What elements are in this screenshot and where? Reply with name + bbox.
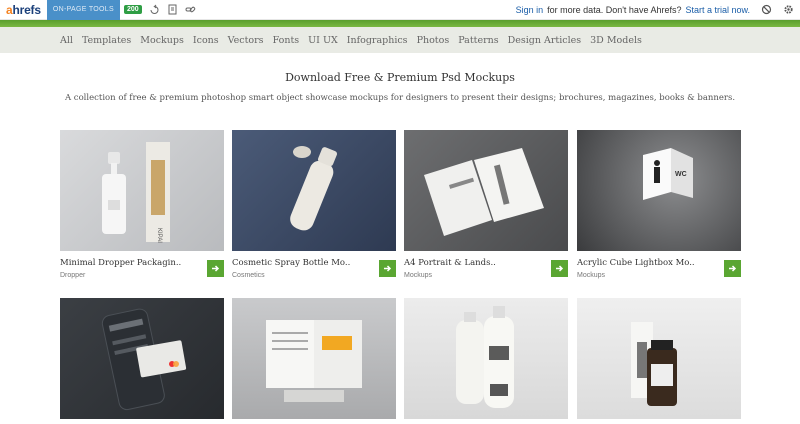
page-subtitle: A collection of free & premium photoshop…: [64, 93, 736, 103]
nav-item-infographics[interactable]: Infographics: [347, 35, 408, 46]
open-arrow-button[interactable]: [379, 260, 396, 277]
mockup-card[interactable]: [232, 298, 396, 419]
mockup-card[interactable]: A4 Portrait & Lands.. Mockups: [404, 130, 568, 279]
arrow-right-icon: [556, 265, 564, 272]
card-title[interactable]: Acrylic Cube Lightbox Mo..: [577, 258, 695, 268]
mockup-card[interactable]: [404, 298, 568, 419]
nav-item-icons[interactable]: Icons: [193, 35, 219, 46]
open-arrow-button[interactable]: [551, 260, 568, 277]
arrow-right-icon: [384, 265, 392, 272]
mockup-thumbnail[interactable]: [404, 130, 568, 251]
mockup-thumbnail[interactable]: [577, 298, 741, 419]
nav-item-fonts[interactable]: Fonts: [273, 35, 300, 46]
card-category[interactable]: Mockups: [577, 272, 605, 279]
wc-text: WC: [675, 171, 687, 178]
gear-icon[interactable]: [783, 4, 794, 15]
link-icon[interactable]: [185, 4, 196, 15]
ahrefs-logo[interactable]: ahrefs: [6, 3, 41, 17]
mockup-card[interactable]: Cosmetic Spray Bottle Mo.. Cosmetics: [232, 130, 396, 279]
card-category[interactable]: Mockups: [404, 272, 432, 279]
nav-item-mockups[interactable]: Mockups: [140, 35, 184, 46]
header-green-stripe: [0, 20, 800, 27]
mockup-card[interactable]: [60, 298, 224, 419]
signin-message: for more data. Don't have Ahrefs?: [547, 4, 682, 15]
mockup-thumbnail[interactable]: [232, 298, 396, 419]
onpage-tools-button[interactable]: ON-PAGE TOOLS: [46, 0, 120, 20]
signin-link[interactable]: Sign in: [516, 5, 544, 15]
block-icon[interactable]: [761, 4, 772, 15]
kipai-text: KIPAI: [156, 228, 162, 243]
mockup-thumbnail[interactable]: [232, 130, 396, 251]
nav-item-design-articles[interactable]: Design Articles: [508, 35, 582, 46]
nav-item-ui-ux[interactable]: UI UX: [308, 35, 338, 46]
mockup-thumbnail[interactable]: KIPAI: [60, 130, 224, 251]
card-category[interactable]: Cosmetics: [232, 272, 265, 279]
nav-item-templates[interactable]: Templates: [82, 35, 131, 46]
start-trial-link[interactable]: Start a trial now.: [685, 5, 750, 15]
open-arrow-button[interactable]: [207, 260, 224, 277]
card-title[interactable]: A4 Portrait & Lands..: [404, 258, 496, 268]
mockup-thumbnail[interactable]: [404, 298, 568, 419]
arrow-right-icon: [729, 265, 737, 272]
document-icon[interactable]: [167, 4, 178, 15]
nav-item-3d-models[interactable]: 3D Models: [590, 35, 642, 46]
mockup-thumbnail[interactable]: WC: [577, 130, 741, 251]
open-arrow-button[interactable]: [724, 260, 741, 277]
mockup-card[interactable]: WC Acrylic Cube Lightbox Mo.. Mockups: [577, 130, 741, 279]
mockup-thumbnail[interactable]: [60, 298, 224, 419]
status-code-badge: 200: [123, 5, 142, 14]
redirect-icon[interactable]: [149, 4, 160, 15]
card-title[interactable]: Cosmetic Spray Bottle Mo..: [232, 258, 350, 268]
nav-item-patterns[interactable]: Patterns: [458, 35, 498, 46]
arrow-right-icon: [212, 265, 220, 272]
card-title[interactable]: Minimal Dropper Packagin..: [60, 258, 181, 268]
mockup-card[interactable]: KIPAI Minimal Dropper Packagin.. Dropper: [60, 130, 224, 279]
ahrefs-toolbar: ahrefs ON-PAGE TOOLS 200 Sign in for mor…: [0, 0, 800, 20]
card-category[interactable]: Dropper: [60, 272, 85, 279]
nav-item-all[interactable]: All: [60, 35, 73, 46]
mockup-card[interactable]: [577, 298, 741, 419]
page-title: Download Free & Premium Psd Mockups: [285, 71, 515, 84]
category-nav: All Templates Mockups Icons Vectors Font…: [0, 27, 800, 53]
nav-item-vectors[interactable]: Vectors: [228, 35, 264, 46]
nav-item-photos[interactable]: Photos: [417, 35, 450, 46]
